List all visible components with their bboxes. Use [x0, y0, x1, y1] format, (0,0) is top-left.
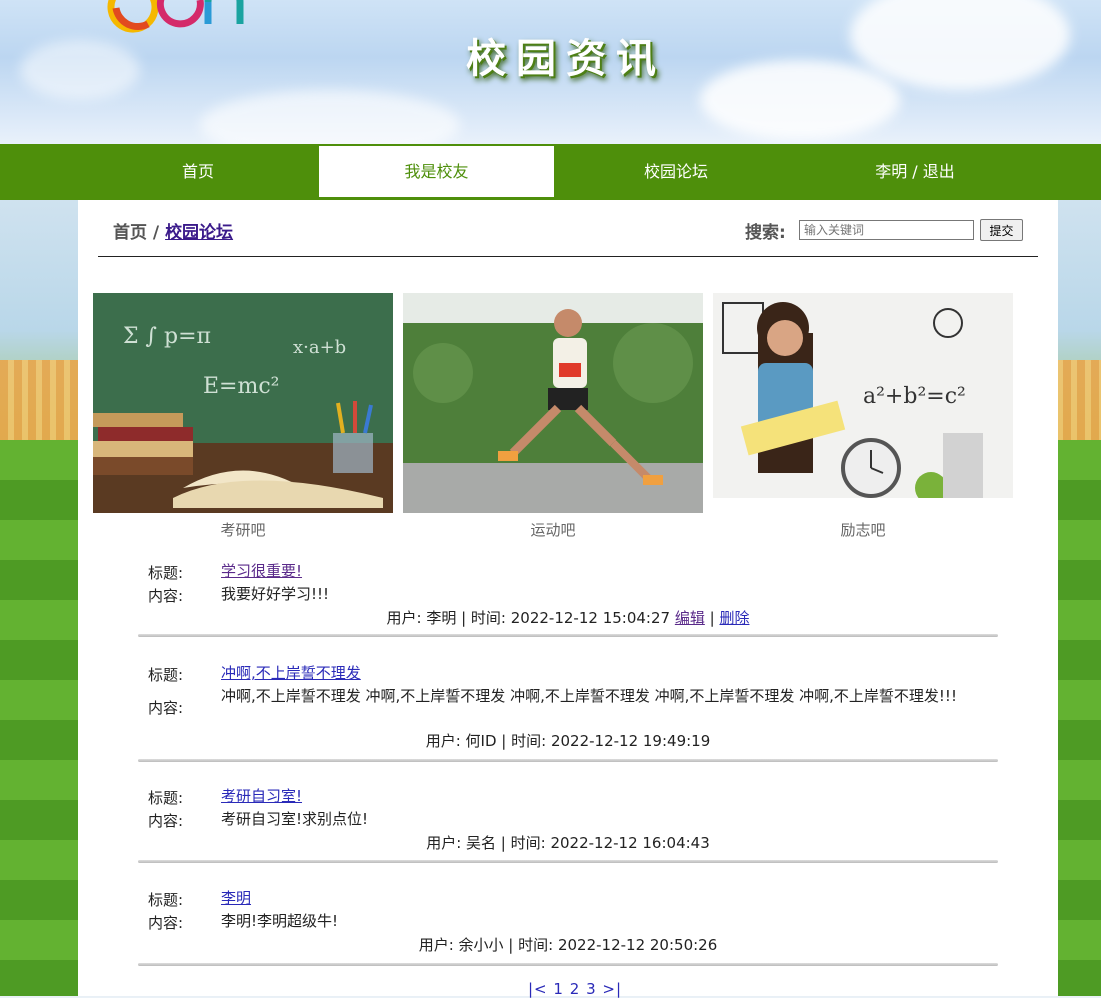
grass-field-left — [0, 440, 80, 996]
stadium-stand-left — [0, 360, 80, 440]
category-image-student[interactable]: a²+b²=c² — [713, 293, 1013, 513]
post-title-link[interactable]: 考研自习室! — [221, 787, 302, 805]
main-content: 首页 / 校园论坛 搜索: 提交 Σ ∫ p=π E=mc² x·a+b — [78, 200, 1058, 998]
post-meta-text: 用户: 余小小 | 时间: 2022-12-12 20:50:26 — [418, 936, 718, 954]
pagination: |< 1 2 3 >| — [528, 980, 622, 998]
breadcrumb: 首页 / 校园论坛 — [113, 218, 233, 243]
svg-text:x·a+b: x·a+b — [293, 337, 346, 358]
nav-item-user-logout[interactable]: 李明 / 退出 — [795, 146, 1035, 197]
svg-text:Σ ∫ p=π: Σ ∫ p=π — [123, 324, 211, 349]
post-separator — [138, 634, 998, 637]
pagination-page[interactable]: 3 — [586, 980, 597, 998]
category-kaoyan[interactable]: Σ ∫ p=π E=mc² x·a+b 考研吧 — [93, 293, 393, 540]
category-image-runner[interactable] — [403, 293, 703, 513]
post-separator — [138, 759, 998, 762]
post-meta-text: 用户: 李明 | 时间: 2022-12-12 15:04:27 — [386, 609, 671, 627]
breadcrumb-separator: / — [152, 223, 160, 243]
post-meta-text: 用户: 吴名 | 时间: 2022-12-12 16:04:43 — [426, 834, 710, 852]
post-content: 李明!李明超级牛! — [221, 912, 339, 930]
post-content-label: 内容: — [148, 812, 184, 830]
post-title-link[interactable]: 学习很重要! — [221, 562, 302, 580]
nav-item-home[interactable]: 首页 — [78, 146, 318, 197]
post-title-label: 标题: — [148, 891, 184, 909]
category-caption[interactable]: 考研吧 — [93, 519, 393, 540]
post-content-label: 内容: — [148, 587, 184, 605]
category-motivation[interactable]: a²+b²=c² 励志吧 — [713, 293, 1013, 540]
pagination-page[interactable]: 1 — [553, 980, 564, 998]
pagination-last[interactable]: >| — [602, 980, 622, 998]
site-title: 校园资讯 — [466, 35, 666, 82]
logo-icon — [107, 0, 244, 33]
main-nav: 首页 我是校友 校园论坛 李明 / 退出 — [0, 144, 1101, 200]
post-content-label: 内容: — [148, 699, 184, 717]
post-separator — [138, 963, 998, 966]
category-sports[interactable]: 运动吧 — [403, 293, 703, 540]
divider — [98, 256, 1038, 257]
search-submit-button[interactable]: 提交 — [980, 219, 1023, 241]
post-title-link[interactable]: 冲啊,不上岸誓不理发 — [221, 664, 361, 682]
nav-item-alumni[interactable]: 我是校友 — [319, 146, 554, 197]
post-separator — [138, 860, 998, 863]
category-image-chalkboard[interactable]: Σ ∫ p=π E=mc² x·a+b — [93, 293, 393, 513]
post-meta: 用户: 何ID | 时间: 2022-12-12 19:49:19 — [138, 730, 998, 751]
post-meta: 用户: 吴名 | 时间: 2022-12-12 16:04:43 — [138, 832, 998, 853]
post-meta-text: 用户: 何ID | 时间: 2022-12-12 19:49:19 — [425, 732, 711, 750]
post-meta: 用户: 余小小 | 时间: 2022-12-12 20:50:26 — [138, 934, 998, 955]
post-title-label: 标题: — [148, 789, 184, 807]
svg-text:E=mc²: E=mc² — [203, 374, 280, 399]
breadcrumb-home[interactable]: 首页 — [113, 223, 147, 243]
pagination-page[interactable]: 2 — [570, 980, 581, 998]
search-label: 搜索: — [745, 223, 786, 243]
category-caption[interactable]: 运动吧 — [403, 519, 703, 540]
breadcrumb-current[interactable]: 校园论坛 — [165, 223, 233, 243]
post-content: 我要好好学习!!! — [221, 585, 330, 603]
header-banner: 校园资讯 — [0, 0, 1101, 144]
post-content: 考研自习室!求别点位! — [221, 810, 369, 828]
post-edit-link[interactable]: 编辑 — [675, 609, 705, 627]
search-input[interactable] — [799, 220, 974, 240]
post-content-label: 内容: — [148, 914, 184, 932]
nav-item-forum[interactable]: 校园论坛 — [556, 146, 796, 197]
svg-text:a²+b²=c²: a²+b²=c² — [863, 384, 966, 409]
post-title-label: 标题: — [148, 564, 184, 582]
post-title-label: 标题: — [148, 666, 184, 684]
category-caption[interactable]: 励志吧 — [713, 519, 1013, 540]
post-title-link[interactable]: 李明 — [221, 889, 251, 907]
post-delete-link[interactable]: 删除 — [719, 609, 749, 627]
post-meta: 用户: 李明 | 时间: 2022-12-12 15:04:27 编辑 | 删除 — [386, 609, 750, 627]
pagination-first[interactable]: |< — [528, 980, 548, 998]
post-content: 冲啊,不上岸誓不理发 冲啊,不上岸誓不理发 冲啊,不上岸誓不理发 冲啊,不上岸誓… — [221, 687, 957, 705]
